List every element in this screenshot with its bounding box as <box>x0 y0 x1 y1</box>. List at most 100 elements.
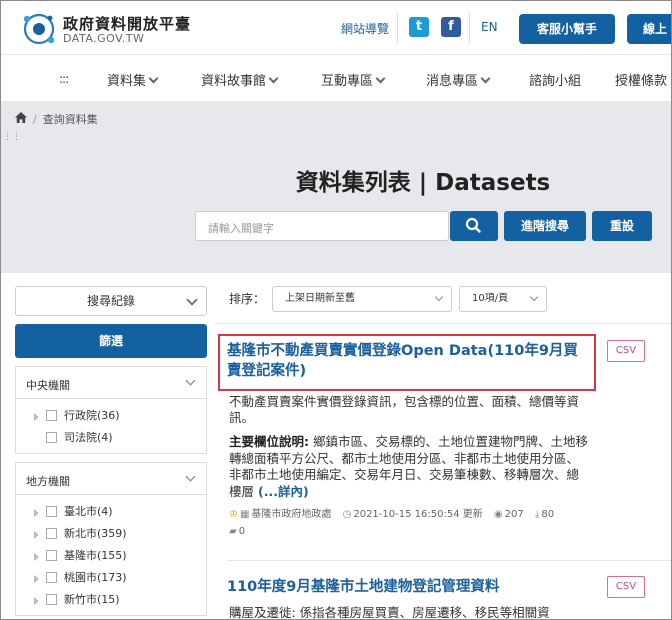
dataset-fields: 主要欄位說明: 鄉鎮市區、交易標的、土地位置建物門牌、土地移轉總面積平方公尺、都… <box>229 434 591 500</box>
nav-label: 互動專區 <box>321 74 374 89</box>
expand-arrow-icon[interactable] <box>34 509 39 517</box>
nav-item-data-stories[interactable]: 資料故事館 <box>201 70 279 89</box>
chevron-down-icon <box>480 73 491 84</box>
filter-option[interactable]: 新竹市(15) <box>34 589 206 611</box>
expand-arrow-icon[interactable] <box>34 575 39 583</box>
reset-button[interactable]: 重設 <box>592 211 652 241</box>
expand-arrow-icon[interactable] <box>34 531 39 539</box>
sort-order-select[interactable]: 上架日期新至舊 <box>272 286 452 312</box>
filter-option[interactable]: 桃園市(173) <box>34 567 206 589</box>
nav-label: 消息專區 <box>426 74 479 89</box>
nav-label: 資料集 <box>107 74 147 89</box>
dataset-title-link[interactable]: 基隆市不動產買賣實價登錄Open Data(110年9月買賣登記案件) <box>227 341 589 381</box>
format-badge-csv[interactable]: CSV <box>607 340 645 362</box>
option-label: 桃園市(173) <box>64 571 127 584</box>
download-icon: ⤓ <box>534 509 540 520</box>
central-agency-panel: 中央機關 行政院(36) 司法院(4) <box>15 366 207 454</box>
checkbox[interactable] <box>46 550 57 561</box>
expand-arrow-icon[interactable] <box>34 553 39 561</box>
nav-item-interactive[interactable]: 互動專區 <box>321 70 386 89</box>
filter-option[interactable]: 司法院(4) <box>34 427 206 449</box>
building-icon: ▦ <box>239 509 250 520</box>
filter-option[interactable]: 臺北市(4) <box>34 501 206 523</box>
panel-header[interactable]: 中央機關 <box>16 367 206 399</box>
chevron-down-icon <box>186 294 198 306</box>
agency: 基隆市政府地政處 <box>251 509 332 520</box>
filter-option[interactable]: 新北市(359) <box>34 523 206 545</box>
sort-label: 排序： <box>229 292 266 306</box>
eye-icon: ◉ <box>493 509 503 520</box>
site-header: 政府資料開放平臺 DATA.GOV.TW 網站導覽 t f EN 客服小幫手 線… <box>1 1 671 55</box>
checkbox[interactable] <box>46 432 57 443</box>
panel-body: 臺北市(4) 新北市(359) 基隆市(155) 桃園市(173) 新竹市(15… <box>16 495 206 615</box>
search-button[interactable] <box>450 211 498 241</box>
format-badge-csv[interactable]: CSV <box>607 576 645 598</box>
checkbox[interactable] <box>46 506 57 517</box>
search-input[interactable]: 請輸入關鍵字 <box>195 211 449 241</box>
twitter-icon[interactable]: t <box>409 17 429 37</box>
panel-header[interactable]: 地方機關 <box>16 463 206 495</box>
language-switch[interactable]: EN <box>481 20 498 34</box>
nav-item-news[interactable]: 消息專區 <box>426 70 491 89</box>
search-history-select[interactable]: 搜尋紀錄 <box>15 286 207 316</box>
option-label: 行政院(36) <box>64 409 120 422</box>
nav-label: 諮詢小組 <box>529 74 582 89</box>
advanced-search-button[interactable]: 進階搜尋 <box>504 211 586 241</box>
nav-item-license[interactable]: 授權條款 <box>615 70 667 89</box>
home-icon[interactable] <box>15 112 27 123</box>
filter-option[interactable]: 行政院(36) <box>34 405 206 427</box>
facebook-icon[interactable]: f <box>441 17 461 37</box>
comment-count: 0 <box>238 526 246 537</box>
checkbox[interactable] <box>46 410 57 421</box>
expand-arrow-icon[interactable] <box>34 597 39 605</box>
more-link[interactable]: (...詳內) <box>258 484 309 499</box>
filter-option[interactable]: 基隆市(155) <box>34 545 206 567</box>
sitemap-link[interactable]: 網站導覽 <box>341 20 389 37</box>
main-nav: ::: 資料集 資料故事館 互動專區 消息專區 諮詢小組 授權條款 <box>1 56 671 100</box>
sort-order-value: 上架日期新至舊 <box>285 293 355 304</box>
grid-menu-icon[interactable]: ::: <box>59 72 69 86</box>
updated-time: 2021-10-15 16:50:54 更新 <box>353 509 483 520</box>
medal-icon: ♔ <box>229 509 238 520</box>
logo-title[interactable]: 政府資料開放平臺 <box>63 13 191 34</box>
checkbox[interactable] <box>46 594 57 605</box>
chevron-down-icon <box>375 73 386 84</box>
option-label: 基隆市(155) <box>64 549 127 562</box>
nav-item-datasets[interactable]: 資料集 <box>107 70 159 89</box>
customer-help-button[interactable]: 客服小幫手 <box>519 14 615 44</box>
filter-sidebar: 搜尋紀錄 篩選 中央機關 行政院(36) 司法院(4) 地方機關 臺北市(4) … <box>15 286 207 616</box>
chevron-down-icon <box>268 73 279 84</box>
dataset-description: 不動產買賣案件實價登錄資訊，包含標的位置、面積、總價等資訊。 <box>229 394 580 425</box>
divider <box>227 560 671 561</box>
checkbox[interactable] <box>46 528 57 539</box>
search-icon <box>465 217 481 233</box>
nav-label: 資料故事館 <box>201 74 267 89</box>
search-history-label: 搜尋紀錄 <box>86 294 135 308</box>
local-agency-panel: 地方機關 臺北市(4) 新北市(359) 基隆市(155) 桃園市(173) 新… <box>15 462 207 616</box>
nav-item-advisory[interactable]: 諮詢小組 <box>529 70 581 89</box>
panel-body: 行政院(36) 司法院(4) <box>16 399 206 453</box>
online-service-button[interactable]: 線上 <box>627 14 671 44</box>
view-count: 207 <box>504 509 524 520</box>
comment-icon: ▰ <box>229 526 237 537</box>
breadcrumb-current: 查詢資料集 <box>42 113 98 126</box>
page-title: 資料集列表 | Datasets <box>295 170 551 196</box>
chevron-down-icon <box>529 292 539 302</box>
logo-icon[interactable] <box>21 11 57 45</box>
page: 政府資料開放平臺 DATA.GOV.TW 網站導覽 t f EN 客服小幫手 線… <box>0 0 672 620</box>
option-label: 臺北市(4) <box>64 505 113 518</box>
nav-label: 授權條款 <box>615 74 668 89</box>
option-label: 新北市(359) <box>64 527 127 540</box>
option-label: 新竹市(15) <box>64 593 120 606</box>
breadcrumb: / 查詢資料集 <box>15 111 98 127</box>
page-size-select[interactable]: 10項/頁 <box>459 286 547 312</box>
dataset-title-link[interactable]: 110年度9月基隆市土地建物登記管理資料 <box>227 577 589 597</box>
expand-arrow-icon[interactable] <box>34 413 39 421</box>
breadcrumb-separator: / <box>33 113 37 126</box>
decoration-dots: ⋮⋮ <box>3 132 21 142</box>
fields-label: 主要欄位說明: <box>229 434 309 449</box>
search-hero: / 查詢資料集 ⋮⋮ 資料集列表 | Datasets 請輸入關鍵字 進階搜尋 重… <box>1 101 671 273</box>
filter-button[interactable]: 篩選 <box>15 324 207 358</box>
checkbox[interactable] <box>46 572 57 583</box>
divider <box>397 13 398 43</box>
